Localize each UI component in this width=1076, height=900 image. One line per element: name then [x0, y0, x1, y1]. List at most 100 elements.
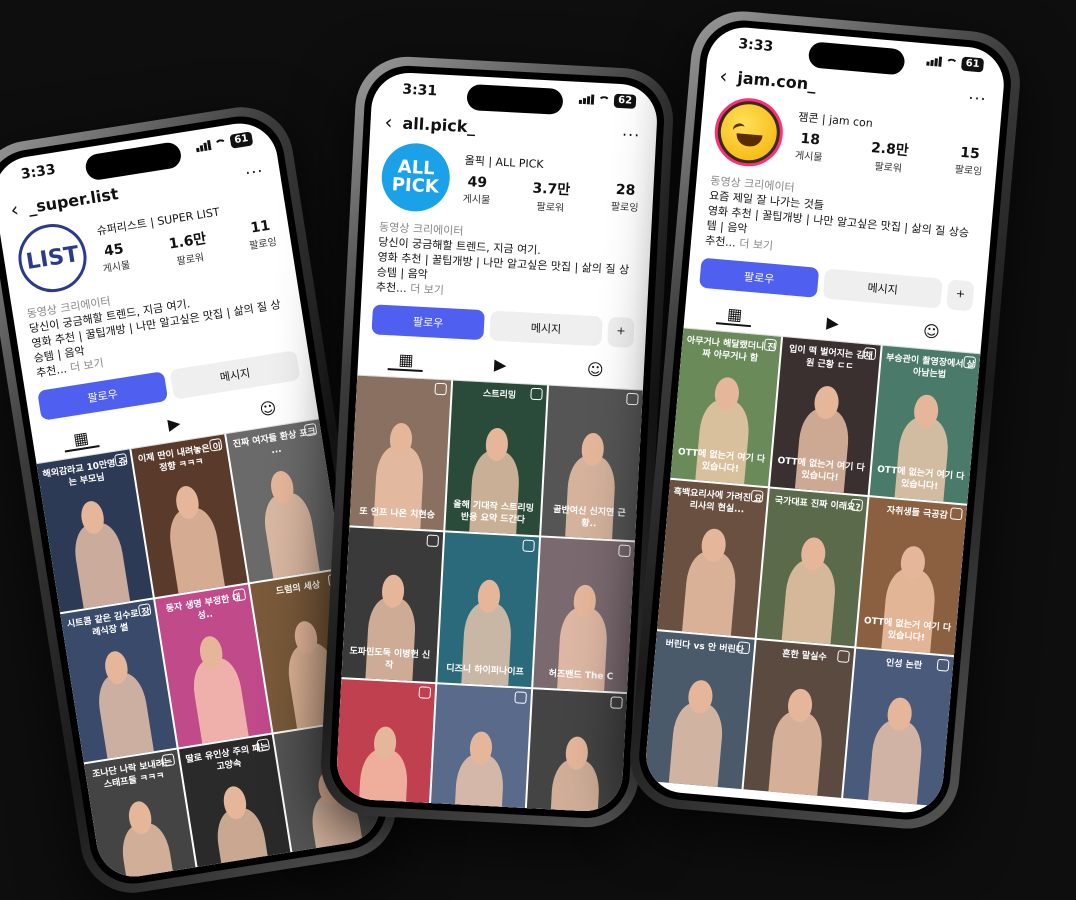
- person-figure: [165, 504, 225, 594]
- bio-line-3: 추천...: [704, 233, 737, 250]
- tagged-tab-icon[interactable]: ☺: [248, 396, 288, 422]
- message-button[interactable]: 메시지: [489, 310, 603, 347]
- following-stat[interactable]: 28 팔로잉: [610, 181, 639, 217]
- tile-caption-bottom: OTT에 없는거 여기 다 있습니다!: [863, 616, 952, 644]
- avatar[interactable]: ALL PICK: [380, 141, 452, 214]
- posts-stat[interactable]: 49 게시물: [462, 173, 491, 209]
- tile-caption-bottom: OTT에 없는거 여기 다 있습니다!: [677, 447, 766, 475]
- bio-more-link[interactable]: 더 보기: [69, 356, 104, 374]
- reel-tile[interactable]: 인성 논란: [843, 648, 954, 807]
- reel-tile[interactable]: [429, 684, 532, 813]
- reel-tile[interactable]: 부승관이 촬영장에서 살아남는법 OTT에 없는거 여기 다 있습니다!: [869, 345, 981, 504]
- grid-tab-icon[interactable]: ▦: [62, 426, 101, 453]
- followers-label: 팔로워: [874, 160, 903, 175]
- phone-all-pick: 3:31 62 ‹ all.pick_ ··· ALL PICK 올픽 | AL…: [318, 54, 676, 830]
- posts-count: 49: [467, 173, 488, 191]
- posts-label: 게시물: [794, 149, 823, 164]
- grid-tab-icon[interactable]: ▦: [387, 349, 425, 373]
- suggest-user-icon[interactable]: +: [946, 279, 975, 312]
- post-grid: 또 언프 나온 치현승 스트리밍 올해 기대작 스트리밍 반응 요약 드간다 골반여신…: [335, 375, 643, 813]
- reel-tile[interactable]: [525, 689, 627, 813]
- stage: 3:33 61 ‹ _super.list ··· LIST 슈퍼리스트 | S…: [0, 0, 1076, 900]
- follow-button[interactable]: 팔로우: [371, 304, 485, 341]
- reel-icon: [750, 489, 764, 503]
- tile-caption-bottom: 허즈밴드 The C: [548, 669, 614, 683]
- profile-handle: jam.con_: [736, 67, 817, 94]
- reel-icon: [137, 603, 152, 617]
- following-label: 팔로잉: [954, 163, 983, 178]
- reel-tile[interactable]: 자취생들 극공감 OTT에 없는거 여기 다 있습니다!: [856, 497, 968, 656]
- bio-more-link[interactable]: 더 보기: [739, 237, 774, 253]
- phone-screen: 3:33 61 ‹ jam.con_ ··· 잼콘 | jam con 18 게…: [643, 24, 1007, 816]
- profile-stats: 49 게시물 3.7만 팔로워 28 팔로잉: [462, 173, 640, 217]
- reel-tile[interactable]: 도파민도둑 이병헌 신작: [341, 527, 444, 683]
- following-stat[interactable]: 15 팔로잉: [954, 144, 985, 181]
- message-button[interactable]: 메시지: [822, 268, 943, 309]
- reel-tile[interactable]: 허즈밴드 The C: [533, 537, 635, 693]
- reel-tile[interactable]: 스트리밍 올해 기대작 스트리밍 반응 요약 드간다: [445, 380, 548, 536]
- signal-icon: [195, 139, 212, 153]
- more-options-icon[interactable]: ···: [968, 88, 988, 109]
- following-stat[interactable]: 11 팔로잉: [245, 217, 278, 256]
- person-figure: [781, 557, 838, 645]
- reel-tile[interactable]: 흑백요리사에 가려진 요리사의 현실...: [657, 479, 768, 638]
- phone-screen: 3:31 62 ‹ all.pick_ ··· ALL PICK 올픽 | AL…: [335, 71, 659, 813]
- phone-bezel: 3:31 62 ‹ all.pick_ ··· ALL PICK 올픽 | AL…: [327, 63, 667, 821]
- reel-tile[interactable]: 디즈니 하이퍼나이프: [437, 532, 540, 688]
- follow-button[interactable]: 팔로우: [699, 257, 820, 298]
- status-time: 3:33: [737, 36, 774, 56]
- tile-caption-bottom: [205, 876, 290, 882]
- reel-icon: [836, 650, 850, 664]
- tagged-tab-icon[interactable]: ☺: [576, 359, 614, 382]
- person-figure: [867, 717, 924, 805]
- reel-tile[interactable]: 흔한 말실수: [743, 639, 855, 798]
- reel-icon: [530, 387, 543, 401]
- tile-caption-bottom: [300, 860, 385, 873]
- reels-tab-icon[interactable]: ▶: [816, 312, 850, 336]
- avatar-logo-text: LIST: [24, 241, 81, 275]
- battery-icon: 61: [961, 56, 985, 73]
- followers-stat[interactable]: 3.7만 팔로워: [531, 177, 570, 214]
- tile-caption-top: 자취생들 극공감: [886, 505, 949, 522]
- back-arrow-icon[interactable]: ‹: [9, 197, 21, 222]
- reel-icon: [434, 382, 448, 396]
- display-name: 올픽 | ALL PICK: [464, 153, 544, 171]
- reel-tile[interactable]: 골반여신 신지연 근황..: [541, 385, 643, 541]
- back-arrow-icon[interactable]: ‹: [384, 110, 393, 134]
- reel-icon: [863, 347, 877, 361]
- back-arrow-icon[interactable]: ‹: [719, 64, 729, 89]
- profile-handle: all.pick_: [402, 113, 476, 136]
- reel-tile[interactable]: 아무거나 해달랬더니 진짜 아무거나 함 OTT에 없는거 여기 다 있습니다!: [670, 328, 782, 487]
- followers-count: 2.8만: [870, 139, 910, 159]
- wifi-icon: [945, 57, 959, 68]
- more-options-icon[interactable]: ···: [244, 161, 265, 183]
- reel-tile[interactable]: 입이 떡 벌어지는 김채원 근황 ㄷㄷ OTT에 없는거 여기 다 있습니다!: [769, 337, 881, 496]
- tagged-tab-icon[interactable]: ☺: [912, 320, 950, 344]
- reel-icon: [256, 738, 271, 752]
- avatar[interactable]: LIST: [13, 219, 92, 297]
- posts-stat[interactable]: 45 게시물: [99, 240, 132, 279]
- posts-stat[interactable]: 18 게시물: [794, 130, 825, 167]
- reel-tile[interactable]: 버린다 vs 안 버린다: [643, 631, 755, 790]
- following-label: 팔로잉: [610, 201, 639, 214]
- reel-tile[interactable]: 또 언프 나온 치현승: [349, 375, 452, 531]
- reels-tab-icon[interactable]: ▶: [157, 412, 192, 438]
- suggest-user-icon[interactable]: +: [607, 316, 635, 348]
- reel-icon: [114, 452, 128, 467]
- grid-tab-icon[interactable]: ▦: [716, 303, 754, 328]
- reel-icon: [618, 544, 631, 558]
- reel-icon: [232, 588, 247, 602]
- followers-stat[interactable]: 1.6만 팔로워: [167, 227, 210, 267]
- reel-icon: [208, 437, 223, 452]
- reel-icon: [963, 355, 977, 369]
- avatar[interactable]: [711, 95, 786, 170]
- followers-stat[interactable]: 2.8만 팔로워: [869, 137, 910, 175]
- reel-tile[interactable]: [335, 679, 436, 813]
- reels-tab-icon[interactable]: ▶: [484, 354, 517, 377]
- reel-tile[interactable]: 국가대표 진짜 이래요?: [756, 488, 868, 647]
- tile-caption-bottom: 올해 기대작 스트리밍 반응 요약 드간다: [452, 499, 535, 526]
- bio-more-link[interactable]: 더 보기: [410, 282, 444, 297]
- person-figure: [70, 519, 130, 609]
- more-options-icon[interactable]: ···: [622, 125, 641, 145]
- tile-caption-top: 인성 논란: [885, 658, 923, 672]
